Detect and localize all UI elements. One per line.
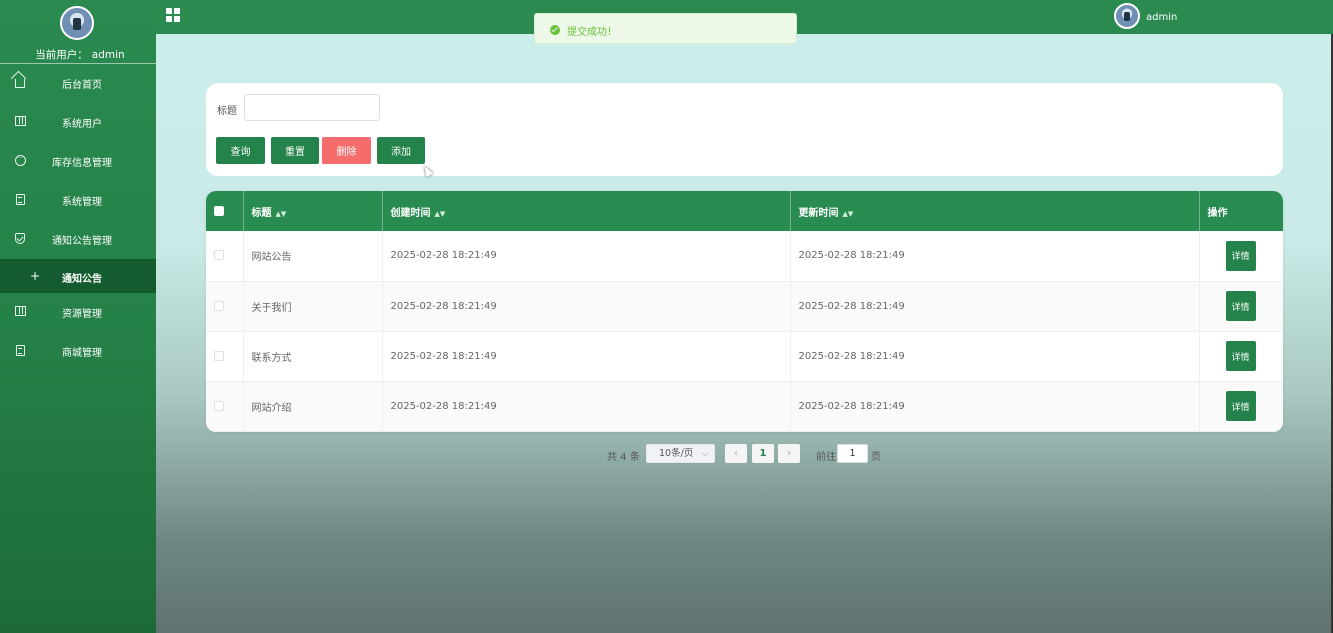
- select-all-checkbox[interactable]: [214, 205, 224, 216]
- row-checkbox[interactable]: [214, 400, 224, 411]
- page-size-select[interactable]: 10条/页 ⌵: [646, 444, 715, 463]
- row-checkbox[interactable]: [214, 250, 224, 261]
- column-header-updated[interactable]: 更新时间 ▲▼: [790, 191, 1200, 231]
- chevron-down-icon: ⌵: [701, 449, 708, 458]
- sidebar-item-shop[interactable]: 商城管理: [0, 332, 156, 371]
- sidebar-header: 当前用户： admin: [0, 0, 156, 64]
- cell-created: 2025-02-28 18:21:49: [382, 381, 791, 431]
- chevron-left-icon: ‹: [734, 448, 738, 459]
- success-toast: 提交成功！: [534, 13, 797, 44]
- row-checkbox[interactable]: [214, 350, 224, 361]
- sidebar-item-notice-manage[interactable]: 通知公告管理: [0, 220, 156, 259]
- page-size-value: 10条/页: [659, 448, 694, 459]
- sidebar: 当前用户： admin 后台首页 系统用户 ··· 库存信息管理 系统管理 通知公…: [0, 0, 156, 633]
- current-user: 当前用户： admin: [0, 47, 156, 62]
- delete-button[interactable]: 删除: [322, 137, 371, 164]
- search-title-input[interactable]: [244, 94, 380, 121]
- sort-icon[interactable]: ▲▼: [843, 210, 854, 218]
- detail-button[interactable]: 详情: [1225, 240, 1256, 271]
- column-header-action: 操作: [1207, 207, 1228, 219]
- sort-icon[interactable]: ▲▼: [276, 210, 287, 218]
- table-row: 联系方式 2025-02-28 18:21:49 2025-02-28 18:2…: [206, 331, 1283, 381]
- sidebar-item-label: 通知公告: [62, 274, 102, 285]
- sidebar-item-label: 库存信息管理: [52, 158, 112, 169]
- query-button[interactable]: 查询: [216, 137, 265, 164]
- sidebar-item-resources[interactable]: 资源管理: [0, 293, 156, 332]
- cell-updated: 2025-02-28 18:21:49: [790, 381, 1200, 431]
- sidebar-item-label: 后台首页: [62, 80, 102, 91]
- cell-created: 2025-02-28 18:21:49: [382, 331, 791, 381]
- cell-updated: 2025-02-28 18:21:49: [790, 231, 1200, 281]
- sidebar-item-label: 资源管理: [62, 309, 102, 320]
- cell-title: 关于我们: [243, 281, 383, 331]
- column-header-title[interactable]: 标题 ▲▼: [243, 191, 383, 231]
- cell-title: 网站公告: [243, 231, 383, 281]
- check-circle-icon: [550, 25, 560, 35]
- sidebar-item-label: 系统用户: [62, 119, 102, 130]
- search-title-label: 标题: [217, 106, 237, 117]
- main-content: 标题 查询 重置 删除 添加 标题▲▼ 创建时间▲▼ 更新时间▲▼ 操作: [156, 34, 1333, 633]
- detail-button[interactable]: 详情: [1225, 391, 1256, 421]
- goto-label: 前往: [816, 452, 836, 463]
- cell-title: 联系方式: [243, 331, 383, 381]
- sort-icon[interactable]: ▲▼: [435, 210, 446, 218]
- avatar: [60, 6, 94, 40]
- sidebar-subitem-notice[interactable]: + 通知公告: [0, 259, 156, 293]
- sidebar-item-label: 商城管理: [62, 348, 102, 359]
- sidebar-item-system-users[interactable]: 系统用户: [0, 103, 156, 142]
- current-user-name: admin: [91, 49, 125, 61]
- cell-created: 2025-02-28 18:21:49: [382, 281, 791, 331]
- sidebar-item-label: 通知公告管理: [52, 236, 112, 247]
- cell-updated: 2025-02-28 18:21:49: [790, 331, 1200, 381]
- chevron-right-icon: ›: [787, 448, 791, 459]
- top-user-name[interactable]: admin: [1146, 12, 1177, 23]
- detail-button[interactable]: 详情: [1225, 341, 1256, 371]
- sidebar-item-home[interactable]: 后台首页: [0, 64, 156, 103]
- pagination: 共 4 条 10条/页 ⌵ ‹ 1 › 前往 1 页: [156, 444, 1333, 464]
- sidebar-item-system-manage[interactable]: 系统管理: [0, 181, 156, 220]
- goto-page-input[interactable]: 1: [837, 444, 868, 463]
- column-header-created[interactable]: 创建时间 ▲▼: [382, 191, 791, 231]
- cell-created: 2025-02-28 18:21:49: [382, 231, 791, 281]
- table-row: 关于我们 2025-02-28 18:21:49 2025-02-28 18:2…: [206, 281, 1283, 331]
- sidebar-item-label: 系统管理: [62, 197, 102, 208]
- page-number[interactable]: 1: [752, 444, 774, 463]
- table-row: 网站公告 2025-02-28 18:21:49 2025-02-28 18:2…: [206, 231, 1283, 281]
- notice-table: 标题 ▲▼ 创建时间 ▲▼ 更新时间 ▲▼ 操作 网站公告 2025-02-28 18…: [206, 191, 1283, 432]
- table-header-row: 标题 ▲▼ 创建时间 ▲▼ 更新时间 ▲▼ 操作: [206, 191, 1283, 231]
- add-button[interactable]: 添加: [377, 137, 425, 164]
- sidebar-nav: 后台首页 系统用户 ··· 库存信息管理 系统管理 通知公告管理 + 通知公告 …: [0, 64, 156, 371]
- menu-grid-icon[interactable]: [166, 8, 180, 22]
- prev-page-button[interactable]: ‹: [725, 444, 747, 463]
- row-checkbox[interactable]: [214, 300, 224, 311]
- cell-updated: 2025-02-28 18:21:49: [790, 281, 1200, 331]
- search-panel: 标题 查询 重置 删除 添加: [206, 83, 1283, 176]
- avatar[interactable]: [1114, 3, 1140, 29]
- select-all-cell: [206, 191, 244, 231]
- sidebar-item-inventory[interactable]: ··· 库存信息管理: [0, 142, 156, 181]
- current-user-label: 当前用户：: [35, 49, 88, 61]
- page-unit-label: 页: [871, 452, 881, 463]
- detail-button[interactable]: 详情: [1225, 291, 1256, 321]
- toast-message: 提交成功！: [567, 27, 617, 38]
- pagination-total: 共 4 条: [607, 452, 640, 463]
- table-row: 网站介绍 2025-02-28 18:21:49 2025-02-28 18:2…: [206, 381, 1283, 431]
- reset-button[interactable]: 重置: [271, 137, 319, 164]
- cell-title: 网站介绍: [243, 381, 383, 431]
- next-page-button[interactable]: ›: [778, 444, 800, 463]
